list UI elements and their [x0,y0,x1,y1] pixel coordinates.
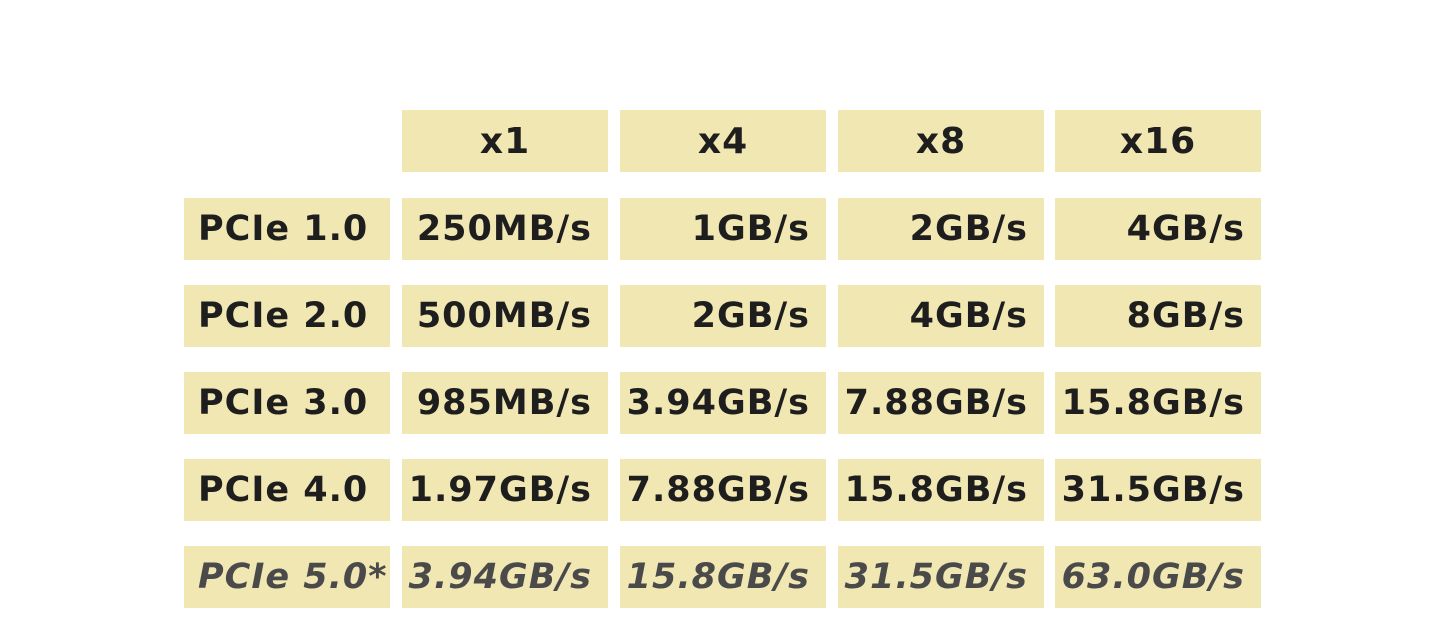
row-label-pcie-2: PCIe 2.0 [184,285,390,347]
table-cell: 1GB/s [620,198,826,260]
column-header-x8: x8 [838,110,1044,172]
column-header-x1: x1 [402,110,608,172]
row-label-pcie-4: PCIe 4.0 [184,459,390,521]
row-label-pcie-5: PCIe 5.0* [184,546,390,608]
column-header-x4: x4 [620,110,826,172]
table-cell: 500MB/s [402,285,608,347]
table-cell: 4GB/s [1055,198,1261,260]
table-cell: 7.88GB/s [838,372,1044,434]
table-cell: 2GB/s [620,285,826,347]
table-cell: 31.5GB/s [838,546,1044,608]
pcie-bandwidth-table: x1 x4 x8 x16 PCIe 1.0 250MB/s 1GB/s 2GB/… [0,0,1434,632]
table-cell: 4GB/s [838,285,1044,347]
column-header-x16: x16 [1055,110,1261,172]
table-cell: 15.8GB/s [620,546,826,608]
table-cell: 15.8GB/s [838,459,1044,521]
table-cell: 15.8GB/s [1055,372,1261,434]
table-cell: 3.94GB/s [402,546,608,608]
table-cell: 250MB/s [402,198,608,260]
table-cell: 3.94GB/s [620,372,826,434]
table-cell: 8GB/s [1055,285,1261,347]
table-cell: 1.97GB/s [402,459,608,521]
row-label-pcie-1: PCIe 1.0 [184,198,390,260]
table-cell: 7.88GB/s [620,459,826,521]
table-cell: 63.0GB/s [1055,546,1261,608]
table-cell: 31.5GB/s [1055,459,1261,521]
table-cell: 2GB/s [838,198,1044,260]
row-label-pcie-3: PCIe 3.0 [184,372,390,434]
table-cell: 985MB/s [402,372,608,434]
